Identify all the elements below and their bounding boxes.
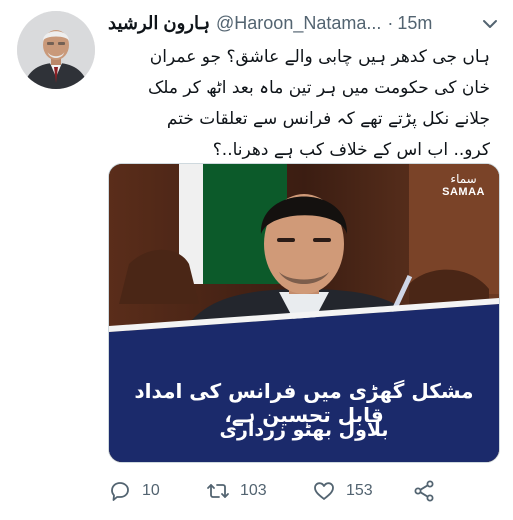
like-button[interactable]: 153: [312, 476, 373, 506]
share-icon: [414, 480, 434, 502]
samaa-logo: سماء SAMAA: [442, 172, 485, 198]
tweet-text-line: خان کی حکومت میں ہر تین ماہ بعد اٹھ کر م…: [148, 78, 490, 98]
retweet-icon: [207, 484, 229, 498]
retweet-button[interactable]: 103: [206, 476, 267, 506]
tweet-text: ہاں جی کدھر ہیں چابی والے عاشق؟ جو عمران…: [108, 42, 490, 166]
tweet-image[interactable]: سماء SAMAA مشکل گھڑی میں فرانس کی امداد …: [108, 163, 500, 463]
tweet-text-line: ہاں جی کدھر ہیں چابی والے عاشق؟ جو عمران: [149, 47, 490, 67]
avatar[interactable]: [17, 11, 95, 89]
brand-english: SAMAA: [442, 186, 485, 198]
tweet: ہارون الرشید @Haroon_Natama... · 15m ہاں…: [0, 0, 513, 520]
tweet-text-line: جلانے نکل پڑتے تھے کہ فرانس سے تعلقات خت…: [166, 109, 490, 129]
tweet-header: ہارون الرشید @Haroon_Natama... · 15m: [108, 9, 468, 37]
reply-button[interactable]: 10: [108, 476, 160, 506]
image-caption-line-2: بلاول بھٹو زرداری: [219, 419, 389, 441]
more-caret-icon[interactable]: [480, 14, 500, 34]
reply-count: 10: [142, 482, 160, 499]
reply-icon: [111, 482, 129, 501]
header-separator: ·: [387, 12, 394, 33]
share-button[interactable]: [412, 476, 436, 506]
tweet-actions: 10 103 153: [108, 476, 508, 506]
author-display-name[interactable]: ہارون الرشید: [108, 13, 210, 34]
like-count: 153: [346, 482, 373, 499]
tweet-timestamp[interactable]: 15m: [397, 13, 432, 34]
tweet-text-line: کرو.. اب اس کے خلاف کب ہے دھرنا..؟: [212, 140, 490, 160]
brand-urdu: سماء: [450, 172, 477, 186]
like-icon: [314, 482, 334, 500]
author-handle[interactable]: @Haroon_Natama...: [216, 13, 381, 34]
retweet-count: 103: [240, 482, 267, 499]
